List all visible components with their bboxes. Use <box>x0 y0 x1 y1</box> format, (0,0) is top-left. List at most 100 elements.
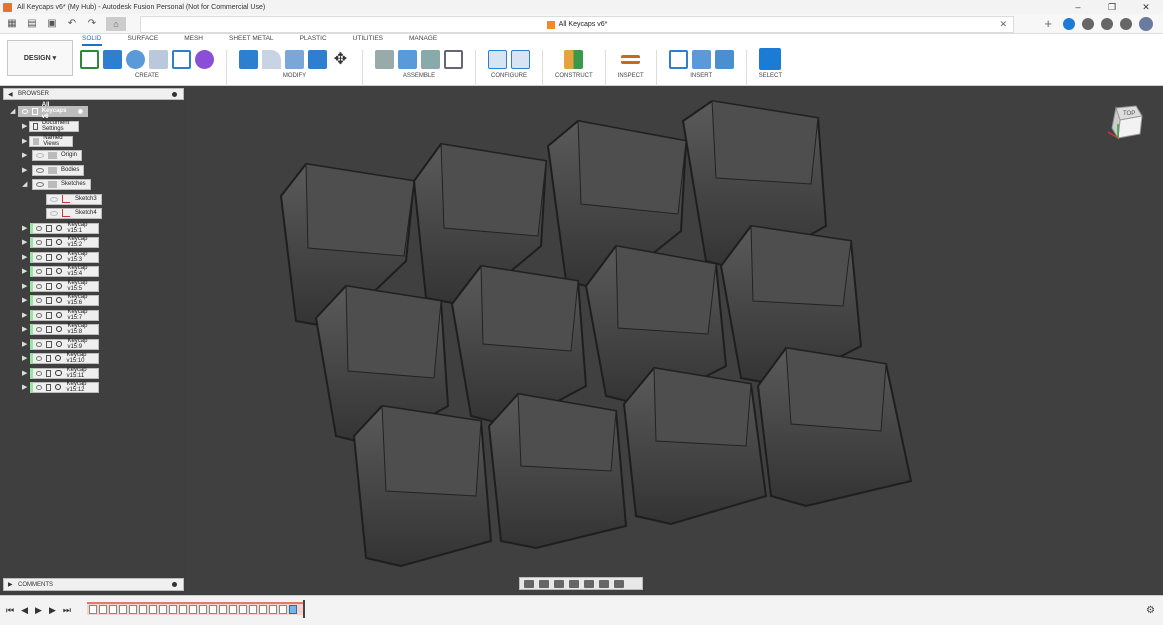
tree-item-keycap-2[interactable]: ▶ Keycap v15:2 <box>22 236 100 248</box>
visibility-eye-icon[interactable] <box>36 268 43 274</box>
maximize-icon[interactable]: ❐ <box>1095 0 1129 14</box>
tree-item-keycap-6[interactable]: ▶ Keycap v15:6 <box>22 294 100 306</box>
configure-rule-icon[interactable] <box>511 49 530 69</box>
keycap-12[interactable] <box>756 346 913 508</box>
expand-arrow-icon[interactable]: ▶ <box>22 253 30 261</box>
timeline-feature[interactable] <box>229 605 237 614</box>
tab-sheet-metal[interactable]: SHEET METAL <box>229 35 274 46</box>
expand-arrow-icon[interactable]: ▶ <box>22 267 30 275</box>
redo-icon[interactable]: ↷ <box>84 17 100 31</box>
timeline-marker[interactable] <box>303 600 305 618</box>
expand-arrow-icon[interactable]: ▶ <box>22 369 30 377</box>
visibility-eye-icon[interactable] <box>36 239 43 245</box>
visibility-eye-icon[interactable] <box>50 196 58 202</box>
expand-arrow-icon[interactable]: ▶ <box>22 340 30 348</box>
keycap-11[interactable] <box>622 366 768 526</box>
visibility-eye-icon[interactable] <box>36 341 43 347</box>
timeline-feature[interactable] <box>109 605 117 614</box>
visibility-eye-icon[interactable] <box>36 312 43 318</box>
expand-arrow-icon[interactable]: ▶ <box>22 282 30 290</box>
assemble-menu[interactable]: ASSEMBLE <box>403 73 435 79</box>
save-icon[interactable]: ▣ <box>44 17 60 31</box>
timeline-feature[interactable] <box>199 605 207 614</box>
tab-manage[interactable]: MANAGE <box>409 35 437 46</box>
zoom-icon[interactable] <box>554 579 564 588</box>
visibility-eye-icon[interactable] <box>35 355 42 361</box>
configure-table-icon[interactable] <box>488 49 507 69</box>
timeline-feature[interactable] <box>139 605 147 614</box>
fillet-icon[interactable] <box>262 49 281 69</box>
tree-item-sketch4[interactable]: Sketch4 <box>46 207 102 219</box>
tree-item-keycap-5[interactable]: ▶ Keycap v15:5 <box>22 280 100 292</box>
tab-close-icon[interactable]: ✕ <box>999 19 1007 30</box>
new-component-icon[interactable] <box>375 49 394 69</box>
pan-hand-icon[interactable] <box>539 579 549 588</box>
expand-arrow-icon[interactable]: ▶ <box>22 137 29 145</box>
tree-item-sketches[interactable]: ◢ Sketches <box>22 178 91 190</box>
create-menu[interactable]: CREATE <box>135 73 159 79</box>
insert-canvas-icon[interactable] <box>714 49 734 69</box>
comments-pin-icon[interactable] <box>172 582 177 587</box>
visibility-eye-icon[interactable] <box>36 326 43 332</box>
expand-arrow-icon[interactable]: ▶ <box>22 122 29 130</box>
orbit-icon[interactable] <box>524 579 534 588</box>
visibility-eye-icon[interactable] <box>35 384 42 390</box>
timeline-feature[interactable] <box>179 605 187 614</box>
combine-icon[interactable] <box>308 49 327 69</box>
keycap-9[interactable] <box>352 404 493 568</box>
file-menu-icon[interactable]: ▤ <box>24 17 40 31</box>
timeline-feature[interactable] <box>279 605 287 614</box>
expanded-arrow-icon[interactable]: ◢ <box>10 107 18 115</box>
expand-arrow-icon[interactable]: ▶ <box>22 238 30 246</box>
select-menu[interactable]: SELECT <box>759 73 782 79</box>
timeline-feature[interactable] <box>149 605 157 614</box>
insert-derive-icon[interactable] <box>668 49 688 69</box>
timeline-feature[interactable] <box>259 605 267 614</box>
minimize-icon[interactable]: – <box>1061 0 1095 14</box>
visibility-eye-icon[interactable] <box>50 210 58 216</box>
expand-icon[interactable]: ▶ <box>8 581 13 588</box>
browser-panel-header[interactable]: ◀ BROWSER <box>3 88 184 100</box>
comments-panel-header[interactable]: ▶ COMMENTS <box>3 578 184 591</box>
tree-item-keycap-8[interactable]: ▶ Keycap v15:8 <box>22 323 100 335</box>
fit-icon[interactable] <box>569 579 579 588</box>
tree-item-origin[interactable]: ▶ Origin <box>22 149 83 161</box>
tree-root[interactable]: ◢ All Keycaps v6 ◉ <box>10 102 88 120</box>
chamfer-icon[interactable] <box>285 49 304 69</box>
offset-plane-icon[interactable] <box>564 49 584 69</box>
configure-menu[interactable]: CONFIGURE <box>491 73 527 79</box>
pattern-icon[interactable] <box>172 49 191 69</box>
visibility-eye-icon[interactable] <box>36 254 43 260</box>
expanded-arrow-icon[interactable]: ◢ <box>22 180 32 188</box>
extensions-icon[interactable] <box>1063 17 1075 30</box>
new-tab-icon[interactable]: + <box>1044 16 1052 31</box>
timeline-track[interactable] <box>87 602 304 615</box>
visibility-eye-icon[interactable] <box>21 108 29 114</box>
undo-icon[interactable]: ↶ <box>64 17 80 31</box>
move-icon[interactable]: ✥ <box>331 50 350 69</box>
timeline-feature[interactable] <box>289 605 297 614</box>
timeline-feature[interactable] <box>119 605 127 614</box>
visibility-eye-icon[interactable] <box>36 225 43 231</box>
visibility-eye-icon[interactable] <box>36 283 43 289</box>
tab-mesh[interactable]: MESH <box>184 35 203 46</box>
display-settings-icon[interactable] <box>584 579 594 588</box>
tree-item-keycap-10[interactable]: ▶ Keycap v15:10 <box>22 352 100 364</box>
tree-item-keycap-12[interactable]: ▶ Keycap v15:12 <box>22 381 100 393</box>
workspace-switcher[interactable]: DESIGN ▾ <box>7 40 73 76</box>
tree-item-keycap-7[interactable]: ▶ Keycap v15:7 <box>22 309 100 321</box>
help-icon[interactable] <box>1120 17 1132 30</box>
timeline-feature[interactable] <box>209 605 217 614</box>
tree-item-bodies[interactable]: ▶ Bodies <box>22 164 85 176</box>
collapse-icon[interactable]: ◀ <box>8 91 13 98</box>
browser-pin-icon[interactable] <box>172 91 177 97</box>
modify-menu[interactable]: MODIFY <box>283 73 306 79</box>
tree-item-named-views[interactable]: ▶ Named Views <box>22 135 74 147</box>
view-cube[interactable]: TOP <box>1106 102 1144 140</box>
expand-arrow-icon[interactable]: ▶ <box>22 151 32 159</box>
gear-icon[interactable]: ⚙ <box>1146 605 1155 616</box>
form-icon[interactable] <box>195 49 214 69</box>
visibility-eye-icon[interactable] <box>36 167 44 173</box>
insert-mesh-icon[interactable] <box>691 49 711 69</box>
inspect-menu[interactable]: INSPECT <box>618 73 644 79</box>
